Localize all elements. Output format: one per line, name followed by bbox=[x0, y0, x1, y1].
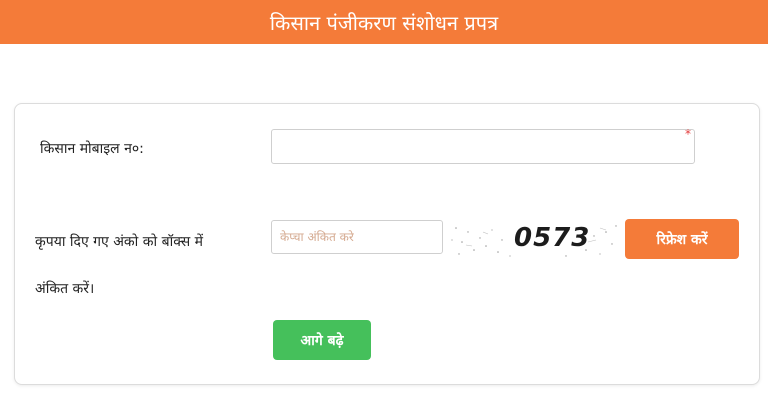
required-mark: * bbox=[685, 127, 691, 141]
captcha-code: 0573 bbox=[514, 223, 591, 253]
captcha-input[interactable] bbox=[271, 220, 443, 254]
form-card: किसान मोबाइल न०: * कृपया दिए गए अंको को … bbox=[14, 103, 760, 385]
mobile-input[interactable] bbox=[271, 129, 695, 164]
refresh-button[interactable]: रिफ्रेश करें bbox=[625, 219, 739, 259]
page-header: किसान पंजीकरण संशोधन प्रपत्र bbox=[0, 0, 768, 44]
captcha-label-line1: कृपया दिए गए अंको को बॉक्स में bbox=[35, 234, 204, 250]
captcha-image: 0573 bbox=[448, 220, 620, 260]
page-title: किसान पंजीकरण संशोधन प्रपत्र bbox=[269, 10, 499, 35]
captcha-label-line2: अंकित करें। bbox=[35, 281, 95, 297]
mobile-label: किसान मोबाइल न०: bbox=[40, 141, 144, 157]
next-button[interactable]: आगे बढ़े bbox=[273, 320, 371, 360]
